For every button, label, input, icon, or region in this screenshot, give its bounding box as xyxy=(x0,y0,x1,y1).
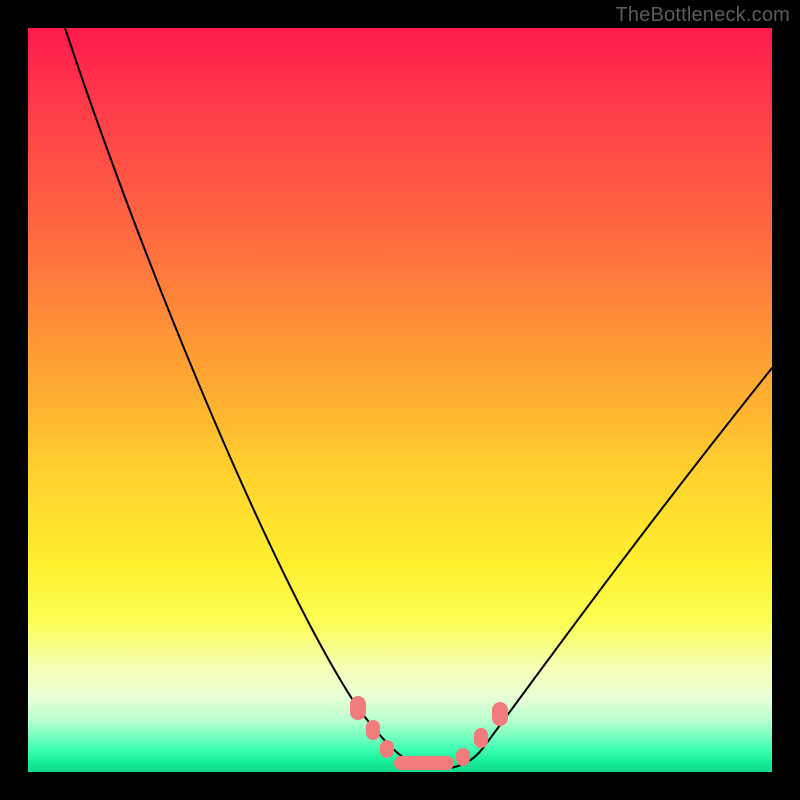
marker-left-3 xyxy=(350,696,366,720)
curve-markers xyxy=(350,696,508,770)
watermark-text: TheBottleneck.com xyxy=(615,4,790,27)
bottleneck-curve-svg xyxy=(28,28,772,772)
marker-left-1 xyxy=(380,740,394,758)
chart-frame: TheBottleneck.com xyxy=(0,0,800,800)
marker-right-3 xyxy=(492,702,508,726)
plot-area xyxy=(28,28,772,772)
marker-right-1 xyxy=(456,748,470,766)
marker-bottom xyxy=(394,756,454,770)
bottleneck-curve xyxy=(65,28,772,769)
marker-right-2 xyxy=(474,728,488,748)
marker-left-2 xyxy=(366,720,380,740)
